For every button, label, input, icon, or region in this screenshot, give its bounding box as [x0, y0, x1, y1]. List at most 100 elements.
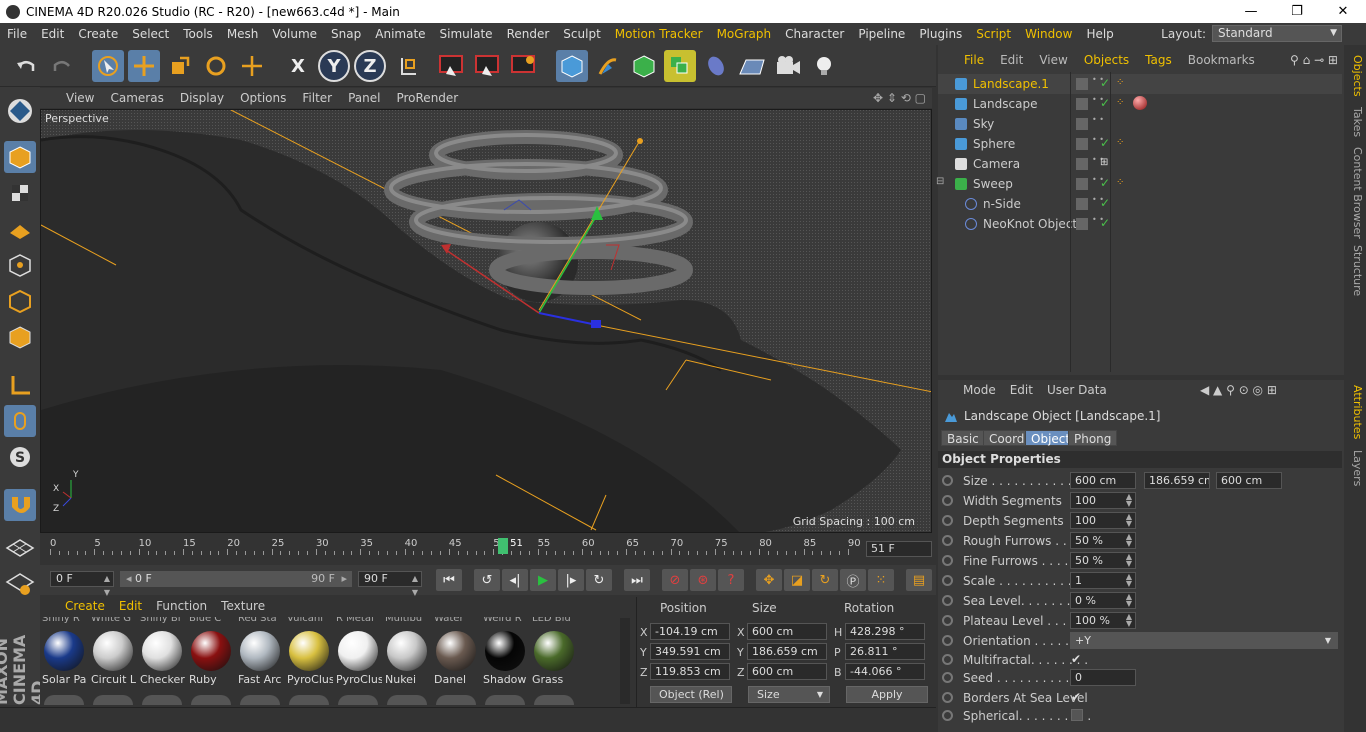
material-swatch[interactable]: Shadow: [483, 629, 527, 689]
record-active-objects-icon[interactable]: ⊘: [662, 569, 688, 591]
pos-y-field[interactable]: 349.591 cm: [650, 643, 730, 660]
previous-frame-icon[interactable]: ◂|: [502, 569, 528, 591]
layer-icon[interactable]: [1076, 98, 1088, 110]
material-label[interactable]: Water: [434, 617, 480, 624]
render-settings-icon[interactable]: [508, 50, 540, 82]
material-label[interactable]: LED Blu: [532, 617, 578, 624]
viewport-menu-prorender[interactable]: ProRender: [388, 91, 466, 105]
spinner-icon[interactable]: ▲ ▼: [1126, 533, 1132, 548]
next-key-icon[interactable]: ↻: [586, 569, 612, 591]
column-divider[interactable]: [1070, 72, 1071, 372]
move-icon[interactable]: [128, 50, 160, 82]
phong-tag-icon[interactable]: ⁘: [1116, 77, 1124, 88]
scheme-settings-icon[interactable]: ▤: [906, 569, 932, 591]
y-axis-lock-button[interactable]: Y: [318, 50, 350, 82]
attributes-menu-mode[interactable]: Mode: [956, 383, 1003, 401]
tab-attributes[interactable]: Attributes: [1346, 385, 1364, 439]
object-row[interactable]: Sphere • • ✓ ⁘: [938, 134, 1342, 154]
viewport-menu-cameras[interactable]: Cameras: [102, 91, 171, 105]
menu-file[interactable]: File: [0, 27, 34, 41]
visibility-dots-icon[interactable]: • •: [1092, 116, 1104, 124]
coordinate-mode-dropdown[interactable]: Object (Rel) ▼: [650, 686, 732, 715]
menu-plugins[interactable]: Plugins: [912, 27, 969, 41]
attributes-menu-edit[interactable]: Edit: [1003, 383, 1040, 401]
objects-menu-objects[interactable]: Objects: [1076, 53, 1137, 67]
material-label[interactable]: White G: [91, 617, 137, 624]
rot-b-field[interactable]: -44.066 °: [845, 663, 925, 680]
material-swatch[interactable]: [534, 695, 574, 705]
attribute-value-field[interactable]: 50 % ▲ ▼: [1070, 532, 1136, 549]
spinner-icon[interactable]: ▲ ▼: [1126, 493, 1132, 508]
tab-structure[interactable]: Structure: [1346, 245, 1364, 296]
material-menu-edit[interactable]: Edit: [112, 599, 149, 617]
material-swatch[interactable]: Fast Arc: [238, 629, 282, 689]
enabled-check-icon[interactable]: ✓: [1100, 96, 1110, 110]
object-row[interactable]: Sky • •: [938, 114, 1342, 134]
spinner-icon[interactable]: ▲ ▼: [1126, 613, 1132, 628]
layer-icon[interactable]: [1076, 218, 1088, 230]
borders-checkbox[interactable]: ✔: [1071, 691, 1083, 703]
size-z-field[interactable]: 600 cm: [1216, 472, 1282, 489]
material-swatch[interactable]: Grass: [532, 629, 576, 689]
autokeying-icon[interactable]: ⊛: [690, 569, 716, 591]
spinner-icon[interactable]: ▲ ▼: [1126, 513, 1132, 528]
workplane-align-icon[interactable]: [4, 567, 36, 599]
objects-menu-bookmarks[interactable]: Bookmarks: [1180, 53, 1263, 67]
current-frame-field[interactable]: 51 F: [866, 541, 932, 557]
attribute-value-field[interactable]: 1 ▲ ▼: [1070, 572, 1136, 589]
maximize-button[interactable]: ❐: [1274, 0, 1320, 23]
position-key-icon[interactable]: ✥: [756, 569, 782, 591]
viewport-menu-view[interactable]: View: [58, 91, 102, 105]
points-mode-icon[interactable]: [4, 249, 36, 281]
menu-select[interactable]: Select: [125, 27, 176, 41]
animate-dot-icon[interactable]: [942, 475, 953, 486]
material-swatch[interactable]: Ruby: [189, 629, 233, 689]
menu-simulate[interactable]: Simulate: [433, 27, 500, 41]
point-level-key-icon[interactable]: ⁙: [868, 569, 894, 591]
object-name[interactable]: Landscape: [973, 97, 1037, 111]
material-swatch[interactable]: [93, 695, 133, 705]
camera-icon[interactable]: [772, 50, 804, 82]
end-frame-field[interactable]: 90 F ▲ ▼: [358, 571, 422, 597]
layer-icon[interactable]: [1076, 198, 1088, 210]
rot-h-field[interactable]: 428.298 °: [845, 623, 925, 640]
close-button[interactable]: ✕: [1320, 0, 1366, 23]
animate-dot-icon[interactable]: [942, 515, 953, 526]
material-swatch[interactable]: [289, 695, 329, 705]
tweak-mode-icon[interactable]: [4, 405, 36, 437]
rotation-key-icon[interactable]: ↻: [812, 569, 838, 591]
light-icon[interactable]: [808, 50, 840, 82]
live-selection-icon[interactable]: [92, 50, 124, 82]
redo-icon[interactable]: [46, 50, 78, 82]
tab-content-browser[interactable]: Content Browser: [1346, 147, 1364, 239]
animate-dot-icon[interactable]: [942, 692, 953, 703]
menu-mesh[interactable]: Mesh: [220, 27, 266, 41]
multifractal-checkbox[interactable]: ✔: [1071, 653, 1083, 665]
phong-tag-icon[interactable]: ⁘: [1116, 137, 1124, 148]
model-mode-icon[interactable]: [4, 141, 36, 173]
next-frame-icon[interactable]: |▸: [558, 569, 584, 591]
attribute-value-field[interactable]: 100 ▲ ▼: [1070, 512, 1136, 529]
viewport-menu-options[interactable]: Options: [232, 91, 294, 105]
seed-field[interactable]: 0: [1070, 669, 1136, 686]
material-swatch[interactable]: PyroClus: [287, 629, 333, 689]
menu-help[interactable]: Help: [1079, 27, 1120, 41]
make-editable-icon[interactable]: [4, 95, 36, 127]
objects-menu-view[interactable]: View: [1031, 53, 1075, 67]
viewport-menu-display[interactable]: Display: [172, 91, 232, 105]
menu-script[interactable]: Script: [969, 27, 1018, 41]
camera-toggle-icon[interactable]: ⊞: [1100, 157, 1108, 168]
scale-key-icon[interactable]: ◪: [784, 569, 810, 591]
polygons-mode-icon[interactable]: [4, 321, 36, 353]
axis-mode-icon[interactable]: [4, 369, 36, 401]
panel-grip-icon[interactable]: [40, 599, 58, 617]
timeline-ruler[interactable]: 05101520253035404550556065707580859051: [50, 538, 861, 555]
z-axis-lock-button[interactable]: Z: [354, 50, 386, 82]
minimize-button[interactable]: —: [1228, 0, 1274, 23]
layer-icon[interactable]: [1076, 78, 1088, 90]
keyframe-selection-icon[interactable]: ?: [718, 569, 744, 591]
object-name[interactable]: n-Side: [983, 197, 1021, 211]
tab-takes[interactable]: Takes: [1346, 107, 1364, 137]
cube-icon[interactable]: [556, 50, 588, 82]
pen-icon[interactable]: [592, 50, 624, 82]
